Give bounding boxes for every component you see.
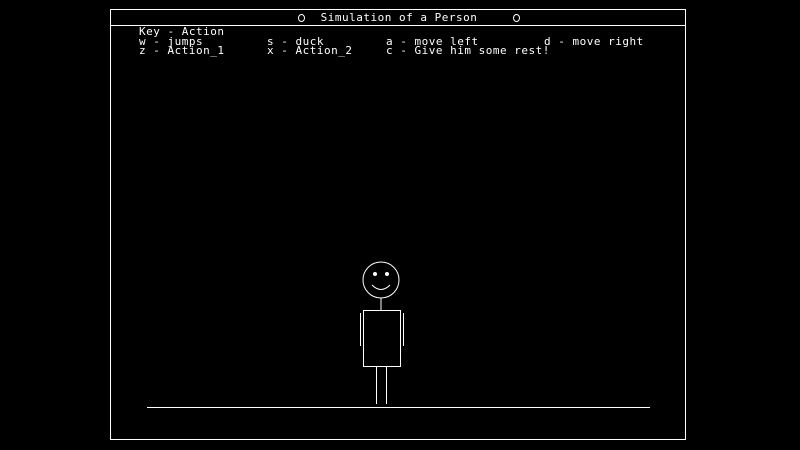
person-right-eye (385, 272, 389, 276)
person-left-eye (373, 272, 377, 276)
person-head (362, 261, 400, 299)
person-smile (371, 284, 391, 290)
game-screen: Simulation of a Person Key - Action w - … (0, 0, 800, 450)
scene (147, 261, 650, 408)
person-body (363, 310, 401, 367)
